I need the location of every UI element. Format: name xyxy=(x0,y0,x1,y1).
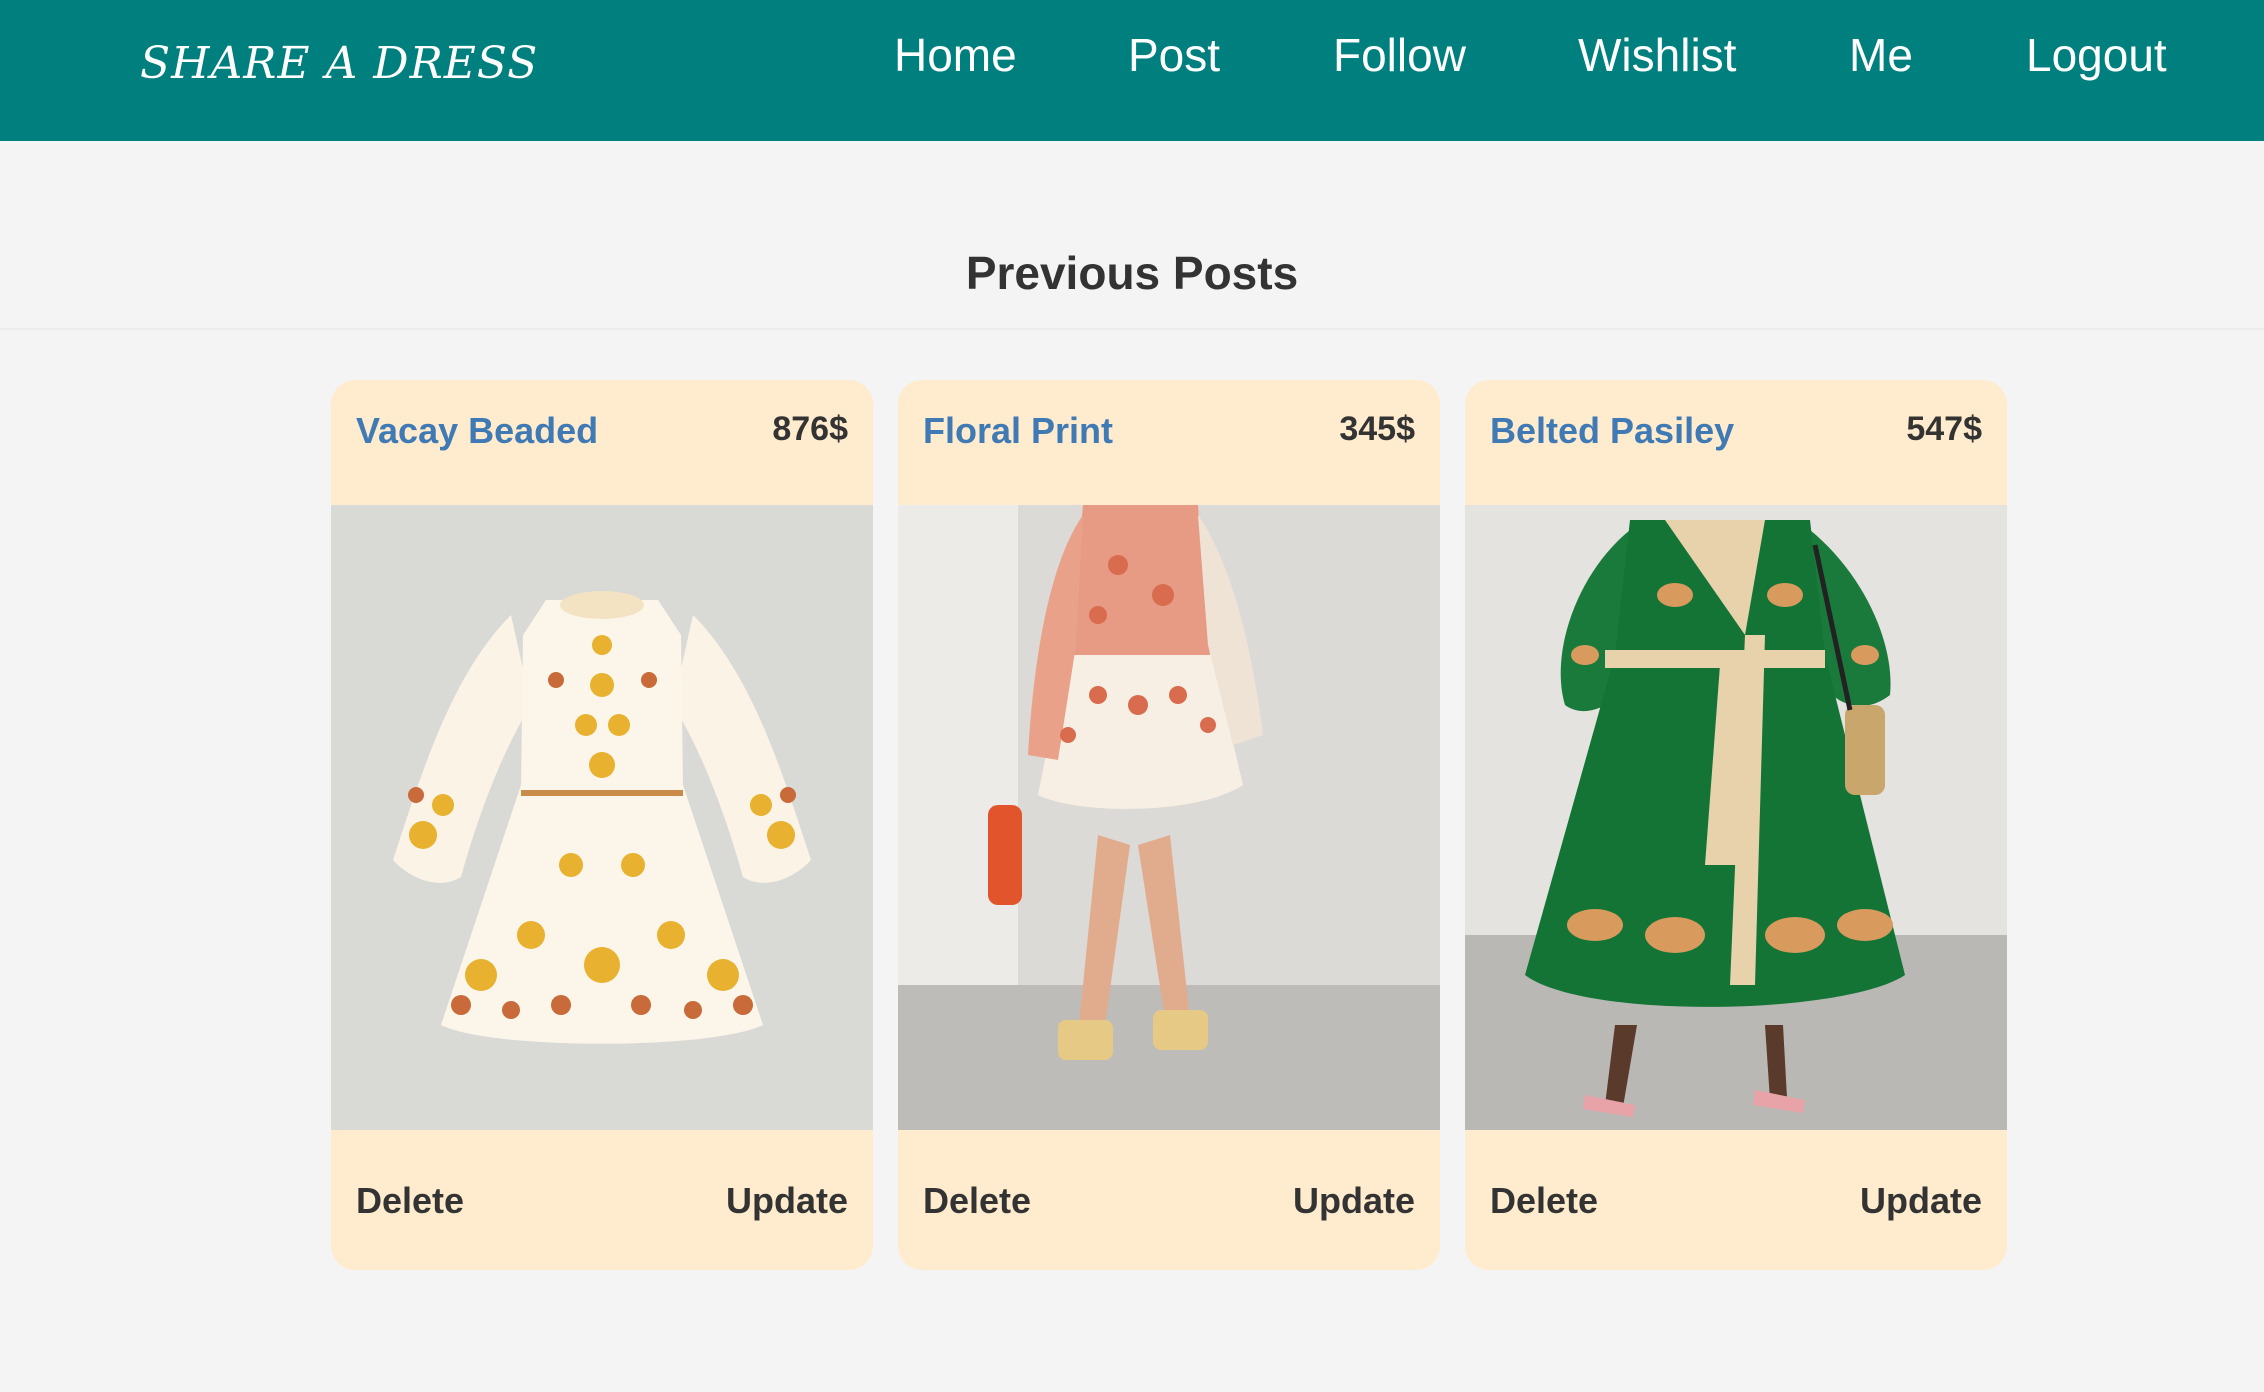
post-card: Floral Print 345$ Delete Update xyxy=(898,380,1440,1270)
post-card-header: Belted Pasiley 547$ xyxy=(1465,380,2007,505)
delete-button[interactable]: Delete xyxy=(356,1180,464,1222)
dress-image[interactable] xyxy=(331,505,873,1130)
post-title[interactable]: Belted Pasiley xyxy=(1490,410,1734,452)
nav-home[interactable]: Home xyxy=(894,28,1017,82)
dress-image-illustration xyxy=(331,505,873,1130)
nav-follow[interactable]: Follow xyxy=(1333,28,1466,82)
post-title[interactable]: Floral Print xyxy=(923,410,1113,452)
post-card-header: Floral Print 345$ xyxy=(898,380,1440,505)
page-title: Previous Posts xyxy=(965,247,1299,299)
post-card-footer: Delete Update xyxy=(1465,1130,2007,1270)
post-card: Vacay Beaded 876$ Delete Update xyxy=(331,380,873,1270)
post-card-footer: Delete Update xyxy=(898,1130,1440,1270)
nav-me[interactable]: Me xyxy=(1849,28,1913,82)
update-button[interactable]: Update xyxy=(1293,1180,1415,1222)
update-button[interactable]: Update xyxy=(726,1180,848,1222)
post-price: 547$ xyxy=(1906,410,1982,448)
delete-button[interactable]: Delete xyxy=(923,1180,1031,1222)
update-button[interactable]: Update xyxy=(1860,1180,1982,1222)
nav-logout[interactable]: Logout xyxy=(2026,28,2167,82)
post-price: 345$ xyxy=(1339,410,1415,448)
post-title[interactable]: Vacay Beaded xyxy=(356,410,598,452)
nav-links: Home Post Follow Wishlist Me Logout xyxy=(0,28,2264,88)
post-card: Belted Pasiley 547$ Delete Update xyxy=(1465,380,2007,1270)
dress-image[interactable] xyxy=(1465,505,2007,1130)
dress-image-illustration xyxy=(1465,505,2007,1130)
post-price: 876$ xyxy=(772,410,848,448)
post-card-header: Vacay Beaded 876$ xyxy=(331,380,873,505)
dress-image-illustration xyxy=(898,505,1440,1130)
post-card-footer: Delete Update xyxy=(331,1130,873,1270)
nav-post[interactable]: Post xyxy=(1128,28,1220,82)
delete-button[interactable]: Delete xyxy=(1490,1180,1598,1222)
nav-wishlist[interactable]: Wishlist xyxy=(1578,28,1736,82)
navbar: SHARE A DRESS Home Post Follow Wishlist … xyxy=(0,0,2264,141)
dress-image[interactable] xyxy=(898,505,1440,1130)
divider xyxy=(0,328,2264,330)
